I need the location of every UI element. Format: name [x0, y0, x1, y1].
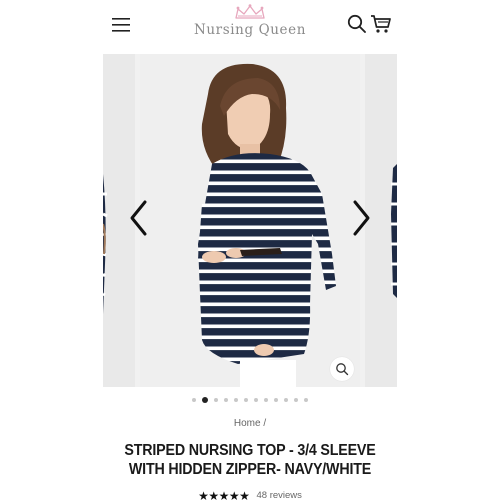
chevron-left-icon	[130, 200, 147, 236]
site-header: Nursing Queen	[0, 0, 500, 52]
breadcrumb-home-link[interactable]: Home	[234, 418, 261, 429]
product-image-model	[140, 54, 360, 387]
star-rating-icon: ★★★★★	[198, 488, 250, 500]
product-page: Nursing Queen Home / STRIPED NURSING TOP…	[0, 0, 500, 500]
gallery-dot[interactable]	[192, 398, 196, 402]
menu-button[interactable]	[108, 14, 134, 36]
review-count: 48 reviews	[256, 490, 302, 500]
breadcrumb-separator: /	[263, 418, 267, 429]
search-button[interactable]	[346, 13, 368, 35]
search-icon	[347, 14, 366, 33]
gallery-prev-button[interactable]	[126, 198, 150, 238]
brand-logo[interactable]: Nursing Queen	[180, 4, 320, 48]
gallery-dot[interactable]	[244, 398, 248, 402]
product-title-line2: WITH HIDDEN ZIPPER- NAVY/WHITE	[128, 461, 372, 478]
gallery-dot[interactable]	[264, 398, 268, 402]
zoom-button[interactable]	[330, 357, 354, 381]
gallery-dot[interactable]	[284, 398, 288, 402]
product-title-line1: STRIPED NURSING TOP - 3/4 SLEEVE	[124, 442, 376, 459]
brand-name: Nursing Queen	[193, 22, 307, 38]
hamburger-icon	[112, 18, 130, 32]
product-reviews-link[interactable]: ★★★★★ 48 reviews	[0, 485, 500, 500]
gallery-next-button[interactable]	[350, 198, 374, 238]
gallery-dot[interactable]	[304, 398, 308, 402]
gallery-dot[interactable]	[294, 398, 298, 402]
cart-icon	[371, 15, 391, 33]
magnify-icon	[336, 363, 349, 376]
gallery-dot[interactable]	[254, 398, 258, 402]
gallery-dot-active[interactable]	[202, 397, 208, 403]
gallery-dot[interactable]	[274, 398, 278, 402]
gallery-dot[interactable]	[234, 398, 238, 402]
chevron-right-icon	[353, 200, 370, 236]
crown-icon	[235, 4, 265, 19]
product-title: STRIPED NURSING TOP - 3/4 SLEEVE WITH HI…	[75, 441, 425, 479]
cart-button[interactable]	[369, 12, 393, 36]
gallery-slide-active[interactable]	[140, 54, 360, 387]
gallery-pagination	[0, 395, 500, 405]
breadcrumb: Home /	[0, 418, 500, 429]
gallery-dot[interactable]	[224, 398, 228, 402]
gallery-dot[interactable]	[214, 398, 218, 402]
